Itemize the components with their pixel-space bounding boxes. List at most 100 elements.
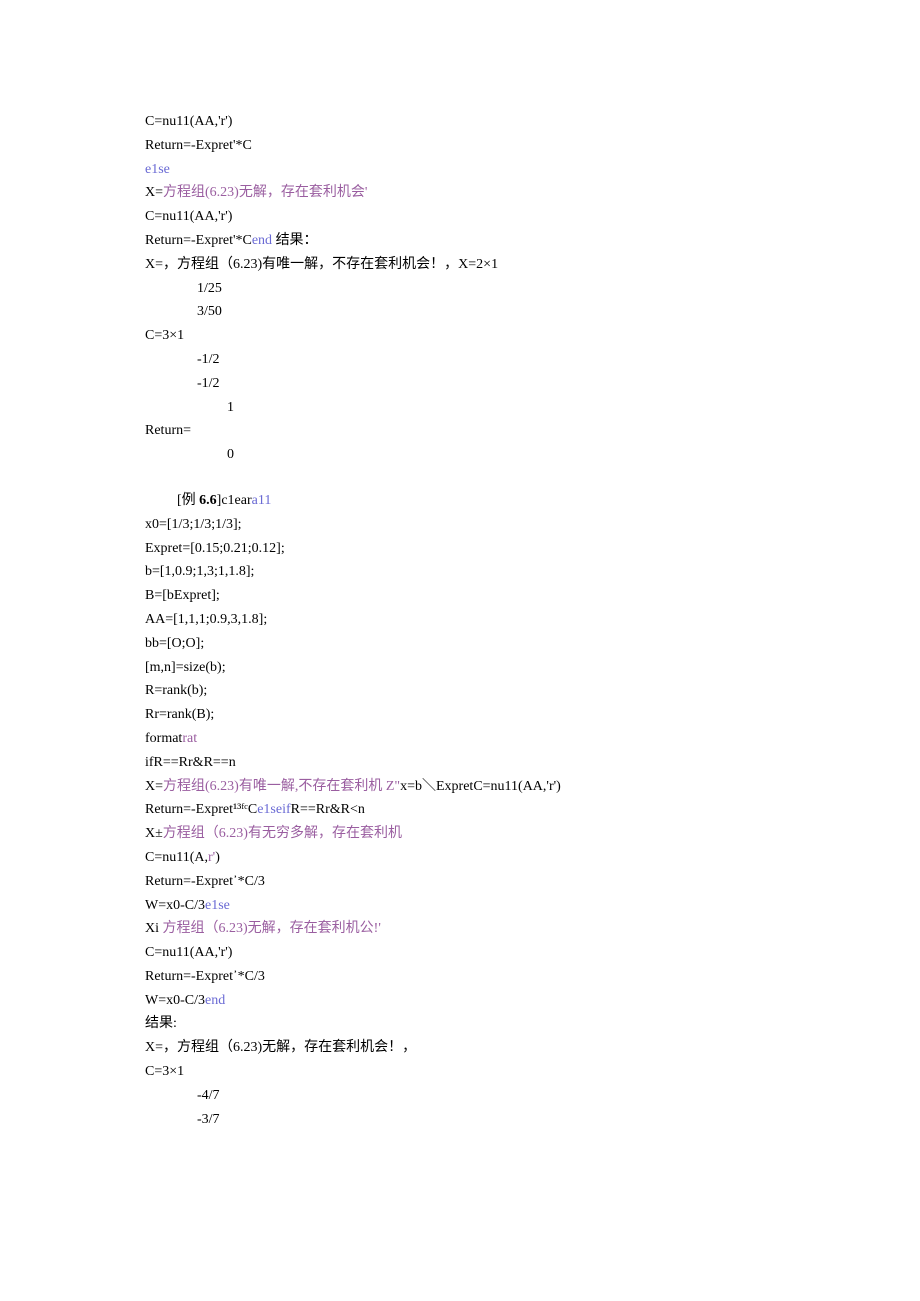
text-segment: ]c1ear xyxy=(217,493,252,508)
text-segment: W=x0-C/3 xyxy=(145,898,205,913)
code-line: C=nu11(A,r') xyxy=(145,846,775,870)
code-line: X±方程组（6.23)有无穷多解，存在套利机 xyxy=(145,822,775,846)
text-segment: 方程组(6.23)无解，存在套利机会' xyxy=(163,185,367,200)
text-segment: bb=[O;O]; xyxy=(145,636,204,651)
text-segment: -3/7 xyxy=(197,1112,220,1127)
code-line: Xi 方程组（6.23)无解，存在套利机公!' xyxy=(145,917,775,941)
text-segment: rat xyxy=(182,731,197,746)
code-line: Return=-Expret᾽*C/3 xyxy=(145,870,775,894)
text-segment: e1seif xyxy=(257,802,290,817)
text-segment: -1/2 xyxy=(197,376,220,391)
text-segment: a11 xyxy=(252,493,272,508)
document-page: C=nu11(AA,'r')Return=-Expret'*Ce1seX=方程组… xyxy=(0,0,920,1301)
code-line: -4/7 xyxy=(145,1084,775,1108)
text-segment: e1se xyxy=(205,898,230,913)
code-line: W=x0-C/3end xyxy=(145,989,775,1013)
text-segment: Expret=[0.15;0.21;0.12]; xyxy=(145,541,285,556)
text-segment: C=nu11(AA,'r') xyxy=(145,114,232,129)
code-line: 0 xyxy=(145,443,775,467)
text-segment: Return=-Expret᾽*C/3 xyxy=(145,969,265,984)
code-line: Return=-Expret'*C xyxy=(145,134,775,158)
code-line: 3/50 xyxy=(145,300,775,324)
code-line: -1/2 xyxy=(145,348,775,372)
text-segment: C=3×1 xyxy=(145,1064,184,1079)
text-segment: -4/7 xyxy=(197,1088,220,1103)
text-segment: X± xyxy=(145,826,163,841)
code-line: C=nu11(AA,'r') xyxy=(145,205,775,229)
text-segment: C=nu11(A, xyxy=(145,850,208,865)
text-segment: 3/50 xyxy=(197,304,222,319)
text-segment: format xyxy=(145,731,182,746)
text-segment: 方程组（6.23)无解，存在套利机公!' xyxy=(163,921,381,936)
text-segment: 结果: xyxy=(145,1016,177,1031)
code-line xyxy=(145,467,775,489)
text-segment: 1 xyxy=(227,400,234,415)
code-line: bb=[O;O]; xyxy=(145,632,775,656)
text-segment: Rr=rank(B); xyxy=(145,707,214,722)
text-segment: 1/25 xyxy=(197,281,222,296)
text-segment: X=，方程组（6.23)无解，存在套利机会！， xyxy=(145,1040,416,1055)
code-line: C=3×1 xyxy=(145,1060,775,1084)
text-segment: 结果： xyxy=(272,233,318,248)
code-line: Rr=rank(B); xyxy=(145,703,775,727)
text-segment: x0=[1/3;1/3;1/3]; xyxy=(145,517,242,532)
code-line: x0=[1/3;1/3;1/3]; xyxy=(145,513,775,537)
code-line: X=方程组(6.23)无解，存在套利机会' xyxy=(145,181,775,205)
code-line: Expret=[0.15;0.21;0.12]; xyxy=(145,537,775,561)
text-segment: end xyxy=(252,233,272,248)
text-segment: 6.6 xyxy=(199,493,217,508)
text-segment: Return=-Expret'*C xyxy=(145,233,252,248)
code-line: -3/7 xyxy=(145,1108,775,1132)
text-segment: X=，方程组（6.23)有唯一解，不存在套利机会！，X=2×1 xyxy=(145,257,498,272)
code-line: 结果: xyxy=(145,1012,775,1036)
code-line: X=方程组(6.23)有唯一解,不存在套利机 Z"x=b＼ExpretC=nu1… xyxy=(145,775,775,799)
code-line: [例 6.6]c1eara11 xyxy=(145,489,775,513)
code-line: Return= xyxy=(145,419,775,443)
code-line: AA=[1,1,1;0.9,3,1.8]; xyxy=(145,608,775,632)
document-body: C=nu11(AA,'r')Return=-Expret'*Ce1seX=方程组… xyxy=(145,110,775,1131)
text-segment: X= xyxy=(145,185,163,200)
code-line: 1 xyxy=(145,396,775,420)
text-segment: C=3×1 xyxy=(145,328,184,343)
text-segment: AA=[1,1,1;0.9,3,1.8]; xyxy=(145,612,267,627)
code-line: B=[bExpret]; xyxy=(145,584,775,608)
text-segment: 0 xyxy=(227,447,234,462)
code-line: C=nu11(AA,'r') xyxy=(145,941,775,965)
code-line: [m,n]=size(b); xyxy=(145,656,775,680)
text-segment: R=rank(b); xyxy=(145,683,207,698)
code-line: e1se xyxy=(145,158,775,182)
text-segment: end xyxy=(205,993,225,1008)
text-segment: -1/2 xyxy=(197,352,220,367)
text-segment: x=b＼ExpretC=nu11(AA,'r') xyxy=(400,779,561,794)
text-segment: 方程组（6.23)有无穷多解，存在套利机 xyxy=(163,826,402,841)
text-segment: Return= xyxy=(145,423,191,438)
text-segment: Return=-Expret᾽*C/3 xyxy=(145,874,265,889)
code-line: C=nu11(AA,'r') xyxy=(145,110,775,134)
text-segment: W=x0-C/3 xyxy=(145,993,205,1008)
text-segment: X= xyxy=(145,779,163,794)
code-line: X=，方程组（6.23)无解，存在套利机会！， xyxy=(145,1036,775,1060)
text-segment: [例 xyxy=(177,493,199,508)
code-line: Return=-Expret¹³ᶠᶜCe1seifR==Rr&R<n xyxy=(145,798,775,822)
text-segment: B=[bExpret]; xyxy=(145,588,220,603)
code-line: ifR==Rr&R==n xyxy=(145,751,775,775)
code-line: Return=-Expret'*Cend 结果： xyxy=(145,229,775,253)
text-segment: R==Rr&R<n xyxy=(291,802,365,817)
code-line: formatrat xyxy=(145,727,775,751)
code-line: Return=-Expret᾽*C/3 xyxy=(145,965,775,989)
text-segment: 方程组(6.23)有唯一解,不存在套利机 Z" xyxy=(163,779,400,794)
text-segment: [m,n]=size(b); xyxy=(145,660,226,675)
text-segment: ifR==Rr&R==n xyxy=(145,755,236,770)
text-segment: b=[1,0.9;1,3;1,1.8]; xyxy=(145,564,254,579)
code-line: C=3×1 xyxy=(145,324,775,348)
code-line: R=rank(b); xyxy=(145,679,775,703)
code-line: b=[1,0.9;1,3;1,1.8]; xyxy=(145,560,775,584)
code-line: W=x0-C/3e1se xyxy=(145,894,775,918)
text-segment: Xi xyxy=(145,921,163,936)
text-segment: Return=-Expret'*C xyxy=(145,138,252,153)
code-line: X=，方程组（6.23)有唯一解，不存在套利机会！，X=2×1 xyxy=(145,253,775,277)
code-line: -1/2 xyxy=(145,372,775,396)
text-segment: C=nu11(AA,'r') xyxy=(145,209,232,224)
text-segment: Return=-Expret¹³ᶠᶜC xyxy=(145,802,257,817)
text-segment: e1se xyxy=(145,162,170,177)
